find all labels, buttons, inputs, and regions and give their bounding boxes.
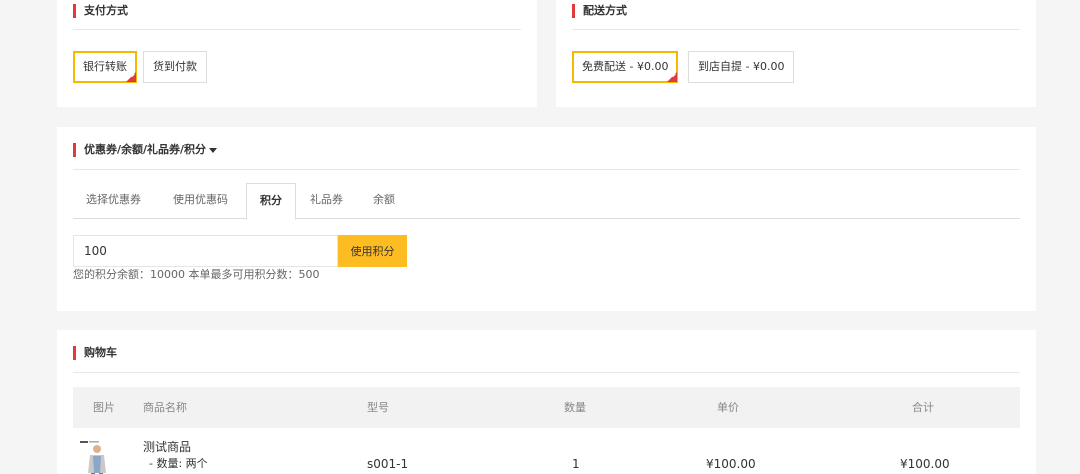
payment-option-cod[interactable]: 货到付款 [143,51,207,83]
col-header-name: 商品名称 [143,401,187,414]
discount-panel: 优惠券/余额/礼品券/积分 选择优惠券 使用优惠码 积分 礼品券 余额 使用积分… [57,127,1036,311]
shipping-option-free[interactable]: 免费配送 - ¥0.00 [572,51,679,83]
product-thumbnail[interactable] [78,439,114,474]
shipping-option-label: 到店自提 - ¥0.00 [698,60,785,73]
shipping-panel: 配送方式 免费配送 - ¥0.00 到店自提 - ¥0.00 [556,0,1036,107]
discount-tabs: 选择优惠券 使用优惠码 积分 礼品券 余额 [73,183,1020,220]
product-total: ¥100.00 [900,457,950,471]
points-hint: 您的积分余额：10000 本单最多可用积分数：500 [73,268,320,281]
payment-title: 支付方式 [73,4,128,18]
tab-select-coupon[interactable]: 选择优惠券 [73,183,154,219]
payment-option-label: 货到付款 [153,60,197,73]
tab-gift-voucher[interactable]: 礼品券 [297,183,356,219]
product-name[interactable]: 测试商品 [143,440,191,454]
tab-points[interactable]: 积分 [246,183,296,220]
product-unit-price: ¥100.00 [706,457,756,471]
use-points-button[interactable]: 使用积分 [338,235,407,267]
cart-table-header: 图片 商品名称 型号 数量 单价 合计 [73,387,1020,428]
col-header-total: 合计 [912,401,934,414]
payment-option-bank-transfer[interactable]: 银行转账 [73,51,137,83]
col-header-model: 型号 [367,401,389,414]
cart-title: 购物车 [73,346,117,360]
col-header-qty: 数量 [564,401,586,414]
product-qty: 1 [572,457,580,471]
selected-check-icon [667,72,678,82]
shipping-title: 配送方式 [572,4,627,18]
col-header-image: 图片 [93,401,115,414]
points-input[interactable] [73,235,338,267]
caret-down-icon [209,147,218,153]
shipping-option-label: 免费配送 - ¥0.00 [582,60,669,73]
payment-divider [73,29,521,30]
discount-title[interactable]: 优惠券/余额/礼品券/积分 [73,143,218,157]
product-model: s001-1 [367,457,409,471]
cart-divider [73,372,1020,373]
discount-divider [73,169,1020,170]
tab-balance[interactable]: 余额 [360,183,408,219]
shipping-divider [572,29,1020,30]
discount-title-text: 优惠券/余额/礼品券/积分 [84,143,207,156]
product-option: - 数量: 两个 [149,457,208,470]
tab-coupon-code[interactable]: 使用优惠码 [160,183,241,219]
cart-panel: 购物车 图片 商品名称 型号 数量 单价 合计 测试商品 - 数量: 两个 s0… [57,330,1036,474]
selected-check-icon [126,72,136,82]
col-header-unit-price: 单价 [717,401,739,414]
payment-panel: 支付方式 银行转账 货到付款 [57,0,537,107]
payment-option-label: 银行转账 [83,60,127,73]
shipping-option-pickup[interactable]: 到店自提 - ¥0.00 [688,51,795,83]
